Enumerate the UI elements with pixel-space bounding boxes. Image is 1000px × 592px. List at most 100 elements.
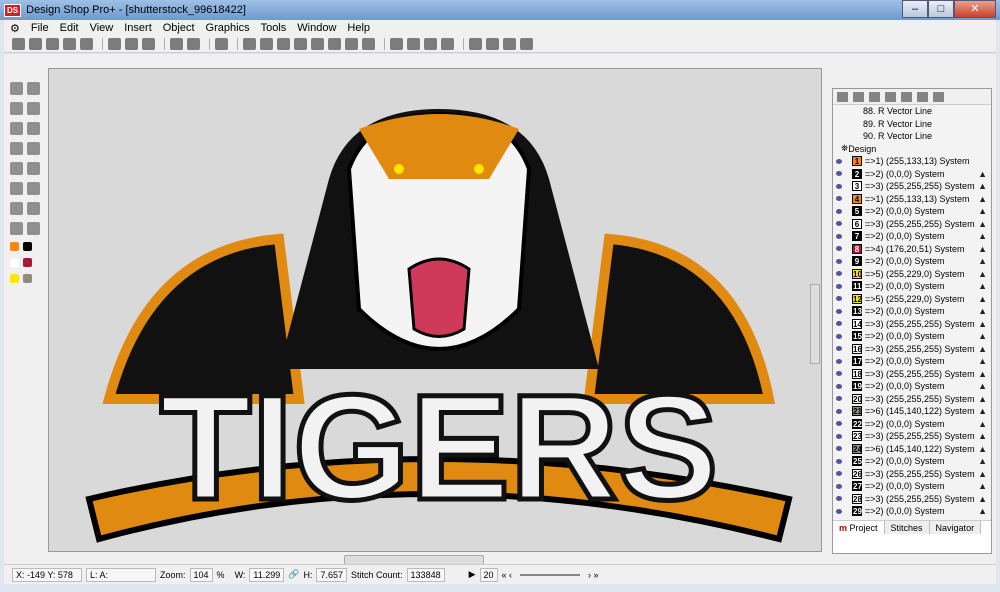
tool-icon[interactable]	[10, 102, 23, 115]
visibility-icon[interactable]	[836, 396, 842, 402]
move-up-icon[interactable]: ▲	[978, 431, 987, 441]
color-list-item[interactable]: 22 =>2) (0,0,0) System ▲	[833, 418, 991, 431]
panel-tool-icon[interactable]	[853, 91, 864, 102]
visibility-icon[interactable]	[836, 421, 842, 427]
color-list-item[interactable]: 14 =>3) (255,255,255) System ▲	[833, 318, 991, 331]
toolbar-button-icon[interactable]	[80, 38, 93, 50]
color-list-item[interactable]: 27 =>2) (0,0,0) System ▲	[833, 480, 991, 493]
palette-swatch[interactable]	[23, 258, 32, 267]
move-up-icon[interactable]: ▲	[978, 181, 987, 191]
toolbar-button-icon[interactable]	[345, 38, 358, 50]
move-up-icon[interactable]: ▲	[978, 294, 987, 304]
visibility-icon[interactable]	[836, 283, 842, 289]
color-list-item[interactable]: 18 =>3) (255,255,255) System ▲	[833, 368, 991, 381]
color-list-item[interactable]: 19 =>2) (0,0,0) System ▲	[833, 380, 991, 393]
panel-tool-icon[interactable]	[885, 91, 896, 102]
move-up-icon[interactable]: ▲	[978, 306, 987, 316]
move-up-icon[interactable]: ▲	[978, 381, 987, 391]
visibility-icon[interactable]	[836, 471, 842, 477]
color-list-item[interactable]: 12 =>5) (255,229,0) System ▲	[833, 293, 991, 306]
toolbar-button-icon[interactable]	[390, 38, 403, 50]
move-up-icon[interactable]: ▲	[978, 494, 987, 504]
tree-item[interactable]: 90. R Vector Line	[833, 130, 991, 143]
color-list-item[interactable]: 2 =>2) (0,0,0) System ▲	[833, 168, 991, 181]
tool-icon[interactable]	[27, 82, 40, 95]
palette-swatch[interactable]	[10, 274, 19, 283]
toolbar-button-icon[interactable]	[29, 38, 42, 50]
palette-swatch[interactable]	[10, 258, 19, 267]
move-up-icon[interactable]: ▲	[978, 331, 987, 341]
panel-tool-icon[interactable]	[837, 91, 848, 102]
tree-item[interactable]: 88. R Vector Line	[833, 105, 991, 118]
move-up-icon[interactable]: ▲	[978, 406, 987, 416]
object-tree[interactable]: 88. R Vector Line 89. R Vector Line 90. …	[833, 105, 991, 520]
maximize-button[interactable]: □	[928, 0, 954, 18]
move-up-icon[interactable]: ▲	[978, 444, 987, 454]
toolbar-button-icon[interactable]	[215, 38, 228, 50]
design-canvas[interactable]: TIGERS	[48, 68, 822, 552]
move-up-icon[interactable]: ▲	[978, 269, 987, 279]
panel-tool-icon[interactable]	[901, 91, 912, 102]
toolbar-button-icon[interactable]	[142, 38, 155, 50]
visibility-icon[interactable]	[836, 271, 842, 277]
tree-item[interactable]: 89. R Vector Line	[833, 118, 991, 131]
tool-icon[interactable]	[27, 122, 40, 135]
move-up-icon[interactable]: ▲	[978, 256, 987, 266]
tool-icon[interactable]	[10, 82, 23, 95]
tab-stitches[interactable]: Stitches	[884, 521, 930, 534]
color-list-item[interactable]: 10 =>5) (255,229,0) System ▲	[833, 268, 991, 281]
visibility-icon[interactable]	[836, 258, 842, 264]
color-list-item[interactable]: 16 =>3) (255,255,255) System ▲	[833, 343, 991, 356]
color-list-item[interactable]: 4 =>1) (255,133,13) System ▲	[833, 193, 991, 206]
toolbar-button-icon[interactable]	[108, 38, 121, 50]
tool-icon[interactable]	[27, 102, 40, 115]
color-list-item[interactable]: 15 =>2) (0,0,0) System ▲	[833, 330, 991, 343]
move-up-icon[interactable]: ▲	[978, 419, 987, 429]
move-up-icon[interactable]: ▲	[978, 194, 987, 204]
lock-ratio-icon[interactable]: 🔗	[288, 569, 299, 580]
visibility-icon[interactable]	[836, 196, 842, 202]
visibility-icon[interactable]	[836, 458, 842, 464]
tool-icon[interactable]	[10, 162, 23, 175]
visibility-icon[interactable]	[836, 371, 842, 377]
visibility-icon[interactable]	[836, 221, 842, 227]
playback-slider[interactable]	[520, 573, 581, 576]
color-list-item[interactable]: 21 =>6) (145,140,122) System ▲	[833, 405, 991, 418]
toolbar-button-icon[interactable]	[63, 38, 76, 50]
move-up-icon[interactable]: ▲	[978, 456, 987, 466]
move-up-icon[interactable]: ▲	[978, 219, 987, 229]
color-list-item[interactable]: 20 =>3) (255,255,255) System ▲	[833, 393, 991, 406]
tool-icon[interactable]	[27, 202, 40, 215]
close-button[interactable]: ✕	[954, 0, 996, 18]
color-list-item[interactable]: 11 =>2) (0,0,0) System ▲	[833, 280, 991, 293]
move-up-icon[interactable]: ▲	[978, 244, 987, 254]
toolbar-button-icon[interactable]	[486, 38, 499, 50]
tool-icon[interactable]	[27, 162, 40, 175]
color-list-item[interactable]: 29 =>2) (0,0,0) System ▲	[833, 505, 991, 518]
tool-icon[interactable]	[10, 182, 23, 195]
color-list-item[interactable]: 6 =>3) (255,255,255) System ▲	[833, 218, 991, 231]
tab-project[interactable]: m Project	[833, 521, 885, 534]
visibility-icon[interactable]	[836, 408, 842, 414]
visibility-icon[interactable]	[836, 333, 842, 339]
palette-swatch[interactable]	[23, 274, 32, 283]
move-up-icon[interactable]: ▲	[978, 469, 987, 479]
gear-icon[interactable]: ⚙	[10, 22, 20, 35]
vertical-scrollbar[interactable]	[810, 284, 820, 364]
visibility-icon[interactable]	[836, 508, 842, 514]
toolbar-button-icon[interactable]	[362, 38, 375, 50]
rewind-icon[interactable]: « ‹	[502, 570, 513, 580]
move-up-icon[interactable]: ▲	[978, 206, 987, 216]
color-list-item[interactable]: 28 =>3) (255,255,255) System ▲	[833, 493, 991, 506]
tool-icon[interactable]	[10, 122, 23, 135]
height-input[interactable]: 7.657	[316, 567, 348, 582]
panel-tool-icon[interactable]	[869, 91, 880, 102]
visibility-icon[interactable]	[836, 496, 842, 502]
toolbar-button-icon[interactable]	[503, 38, 516, 50]
panel-tool-icon[interactable]	[917, 91, 928, 102]
visibility-icon[interactable]	[836, 308, 842, 314]
move-up-icon[interactable]: ▲	[978, 369, 987, 379]
visibility-icon[interactable]	[836, 296, 842, 302]
color-list-item[interactable]: 7 =>2) (0,0,0) System ▲	[833, 230, 991, 243]
tool-icon[interactable]	[10, 222, 23, 235]
